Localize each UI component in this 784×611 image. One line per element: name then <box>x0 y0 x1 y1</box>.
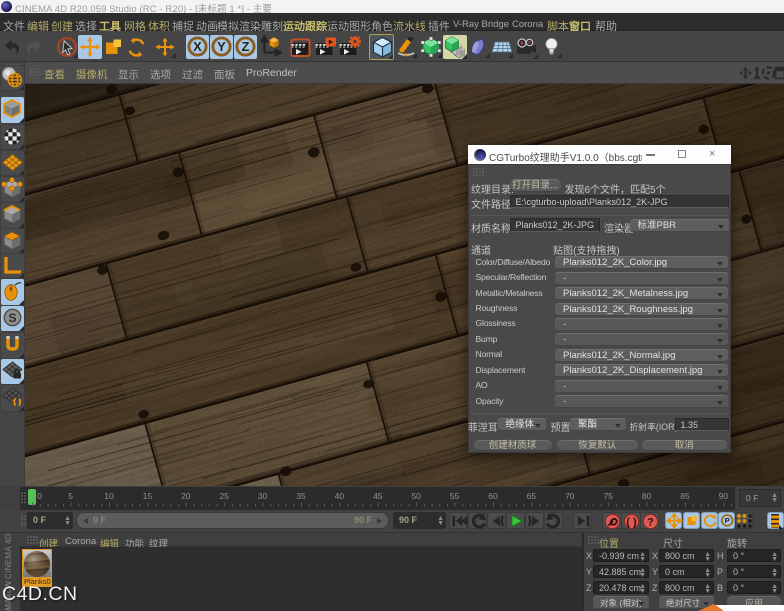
svg-text:0: 0 <box>37 491 42 501</box>
svg-text:30: 30 <box>258 491 268 501</box>
svg-text:Z: Z <box>242 39 250 54</box>
svg-text:P: P <box>725 516 730 525</box>
svg-text:75: 75 <box>603 491 613 501</box>
svg-text:40: 40 <box>335 491 345 501</box>
svg-text:65: 65 <box>527 491 537 501</box>
svg-text:?: ? <box>647 517 654 529</box>
svg-text:25: 25 <box>219 491 229 501</box>
svg-text:X: X <box>193 39 202 54</box>
svg-text:20: 20 <box>181 491 191 501</box>
svg-text:10: 10 <box>104 491 114 501</box>
svg-text:55: 55 <box>450 491 460 501</box>
svg-text:5: 5 <box>68 491 73 501</box>
svg-text:( ): ( ) <box>626 517 637 529</box>
svg-text:Y: Y <box>217 39 226 54</box>
svg-text:60: 60 <box>488 491 498 501</box>
svg-text:50: 50 <box>411 491 421 501</box>
svg-text:70: 70 <box>565 491 575 501</box>
svg-text:85: 85 <box>680 491 690 501</box>
svg-text:90: 90 <box>719 491 729 501</box>
svg-text:S: S <box>8 311 16 325</box>
svg-text:45: 45 <box>373 491 383 501</box>
svg-text:80: 80 <box>642 491 652 501</box>
svg-text:35: 35 <box>296 491 306 501</box>
svg-text:15: 15 <box>143 491 153 501</box>
